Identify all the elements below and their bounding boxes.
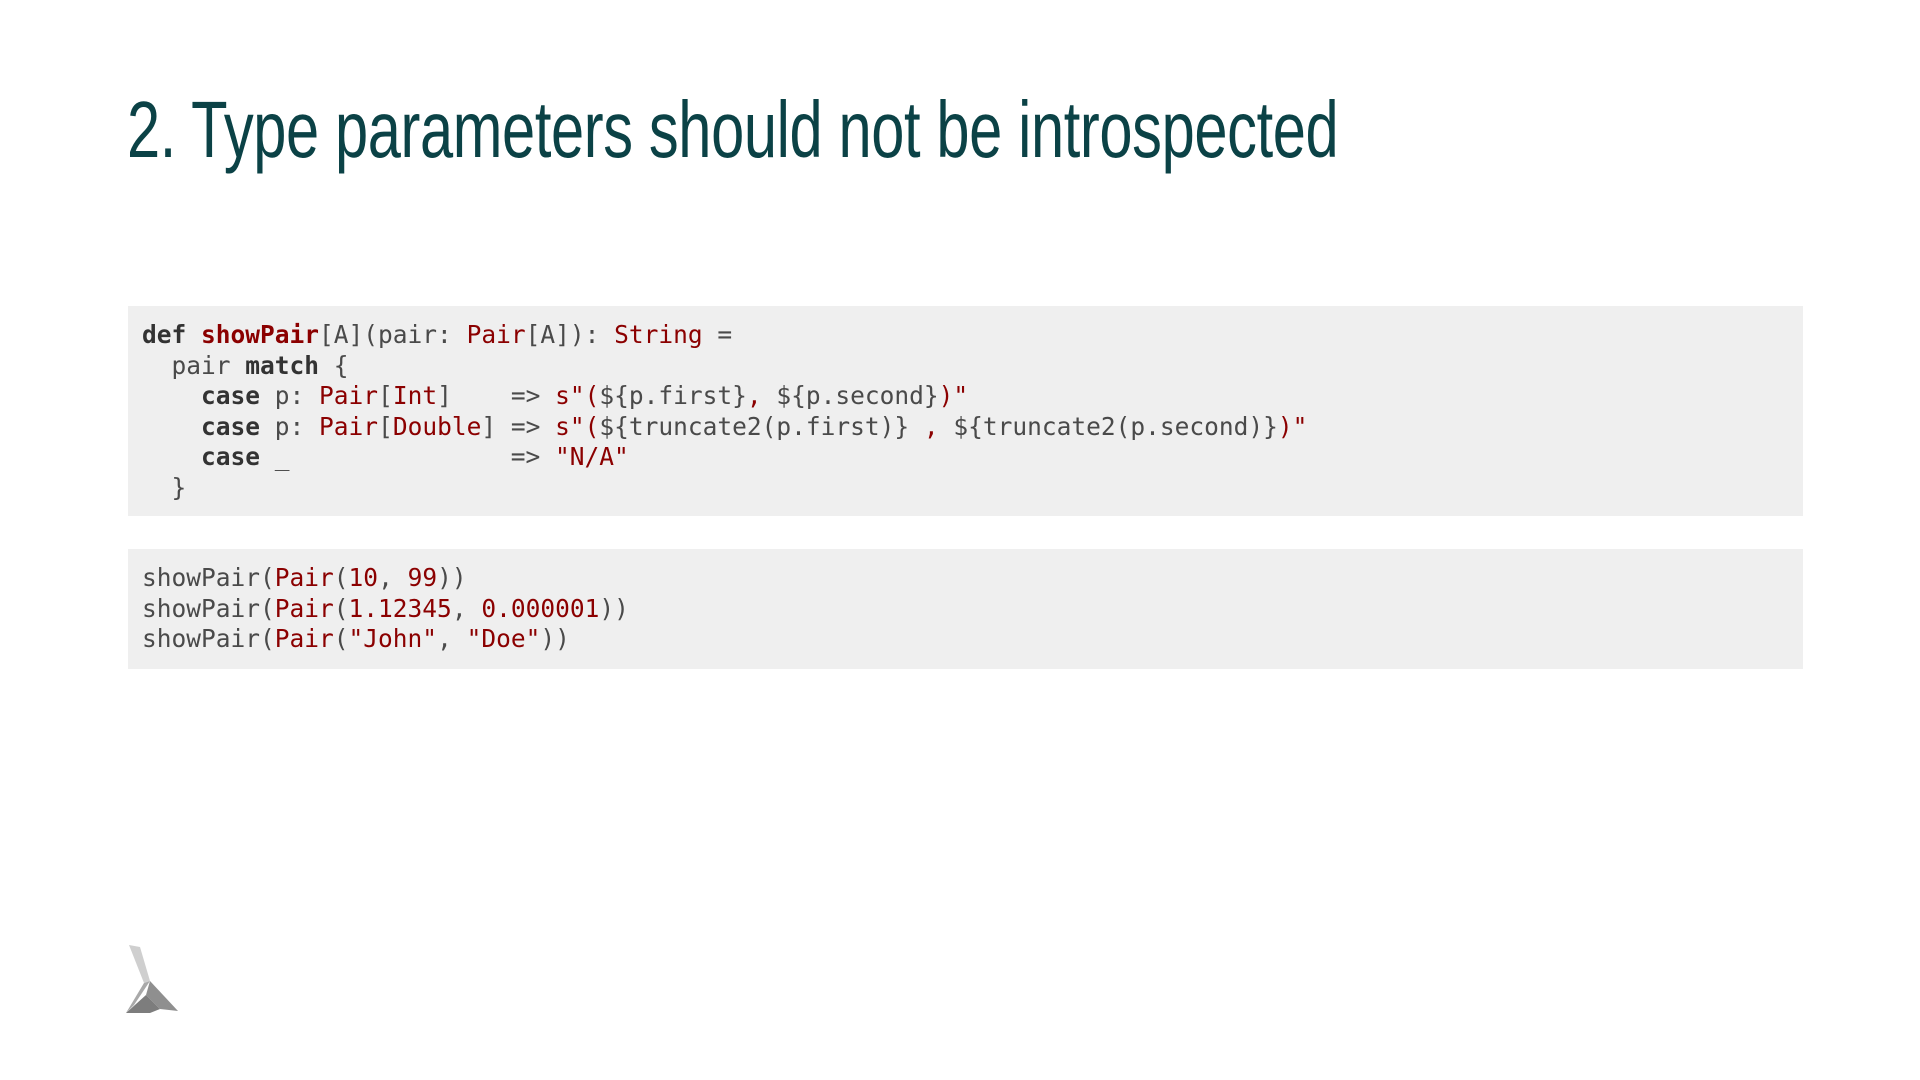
code-line: def showPair[A](pair: Pair[A]): String =: [142, 320, 1789, 351]
code-token: )): [599, 593, 629, 623]
code-token: [A]):: [525, 320, 615, 349]
code-token: ] =>: [481, 411, 556, 441]
code-token: String: [614, 320, 703, 349]
code-line: }: [142, 473, 1789, 504]
code-token: (: [333, 563, 349, 592]
code-token: ${truncate2(p.first)}: [599, 411, 910, 441]
code-token: _ =>: [260, 442, 556, 472]
code-token: ,: [451, 593, 482, 623]
code-token: showPair(: [142, 563, 275, 592]
code-token: ,: [746, 381, 777, 411]
code-token: }: [142, 472, 187, 502]
code-token: Pair: [274, 593, 334, 623]
code-token: showPair(: [142, 624, 275, 654]
code-token: )): [540, 624, 570, 654]
code-token: 10: [348, 563, 379, 592]
code-token: ,: [378, 563, 408, 592]
code-token: )): [437, 563, 467, 592]
code-token: ] =>: [437, 381, 556, 411]
code-token: case: [201, 381, 261, 411]
code-line: pair match {: [142, 351, 1789, 382]
code-line: case _ => "N/A": [142, 442, 1789, 473]
code-token: [: [378, 381, 393, 411]
code-token: p:: [260, 381, 320, 411]
code-token: =: [702, 320, 733, 349]
code-token: [: [378, 411, 393, 441]
code-token: Pair: [319, 411, 379, 441]
code-token: case: [201, 442, 261, 472]
slide: 2. Type parameters should not be introsp…: [0, 0, 1920, 1080]
code-token: pair: [142, 350, 246, 380]
code-token: )": [1277, 411, 1308, 441]
code-token: Double: [392, 411, 482, 441]
code-line: case p: Pair[Int] => s"(${p.first}, ${p.…: [142, 381, 1789, 412]
code-token: p:: [260, 411, 320, 441]
code-token: s"(: [555, 411, 600, 441]
code-token: s"(: [555, 381, 600, 411]
code-token: case: [201, 411, 261, 441]
code-line: showPair(Pair("John", "Doe")): [142, 624, 1789, 655]
code-line: case p: Pair[Double] => s"(${truncate2(p…: [142, 412, 1789, 443]
code-token: showPair: [201, 320, 320, 349]
code-token: {: [319, 350, 349, 380]
code-token: match: [245, 350, 320, 380]
code-line: showPair(Pair(10, 99)): [142, 563, 1789, 594]
code-token: ${p.first}: [599, 381, 747, 411]
logo-lambda-top-facet: [129, 945, 150, 983]
code-token: ${truncate2(p.second)}: [953, 411, 1278, 441]
code-token: (: [333, 593, 349, 623]
code-token: (: [333, 624, 349, 654]
code-token: Pair: [466, 320, 526, 349]
code-token: ,: [909, 411, 954, 441]
slide-title: 2. Type parameters should not be introsp…: [127, 85, 1339, 174]
code-token: )": [938, 381, 969, 411]
code-token: "N/A": [555, 442, 629, 472]
code-token: "Doe": [466, 624, 541, 654]
code-block-showpair-definition: def showPair[A](pair: Pair[A]): String =…: [128, 306, 1803, 516]
code-token: 99: [407, 563, 438, 592]
code-token: 1.12345: [348, 593, 452, 623]
code-token: Int: [392, 381, 438, 411]
code-token: "John": [348, 624, 438, 654]
code-token: ,: [437, 624, 467, 654]
code-token: 0.000001: [481, 593, 600, 623]
code-token: showPair(: [142, 593, 275, 623]
code-token: Pair: [274, 624, 334, 654]
code-token: def: [142, 320, 187, 349]
code-line: showPair(Pair(1.12345, 0.000001)): [142, 594, 1789, 625]
code-token: [A](pair:: [319, 320, 467, 349]
code-block-showpair-calls: showPair(Pair(10, 99)) showPair(Pair(1.12…: [128, 549, 1803, 669]
code-token: Pair: [319, 381, 379, 411]
code-token: Pair: [274, 563, 334, 592]
lambda-logo-icon: [126, 945, 178, 1013]
code-token: ${p.second}: [776, 381, 939, 411]
